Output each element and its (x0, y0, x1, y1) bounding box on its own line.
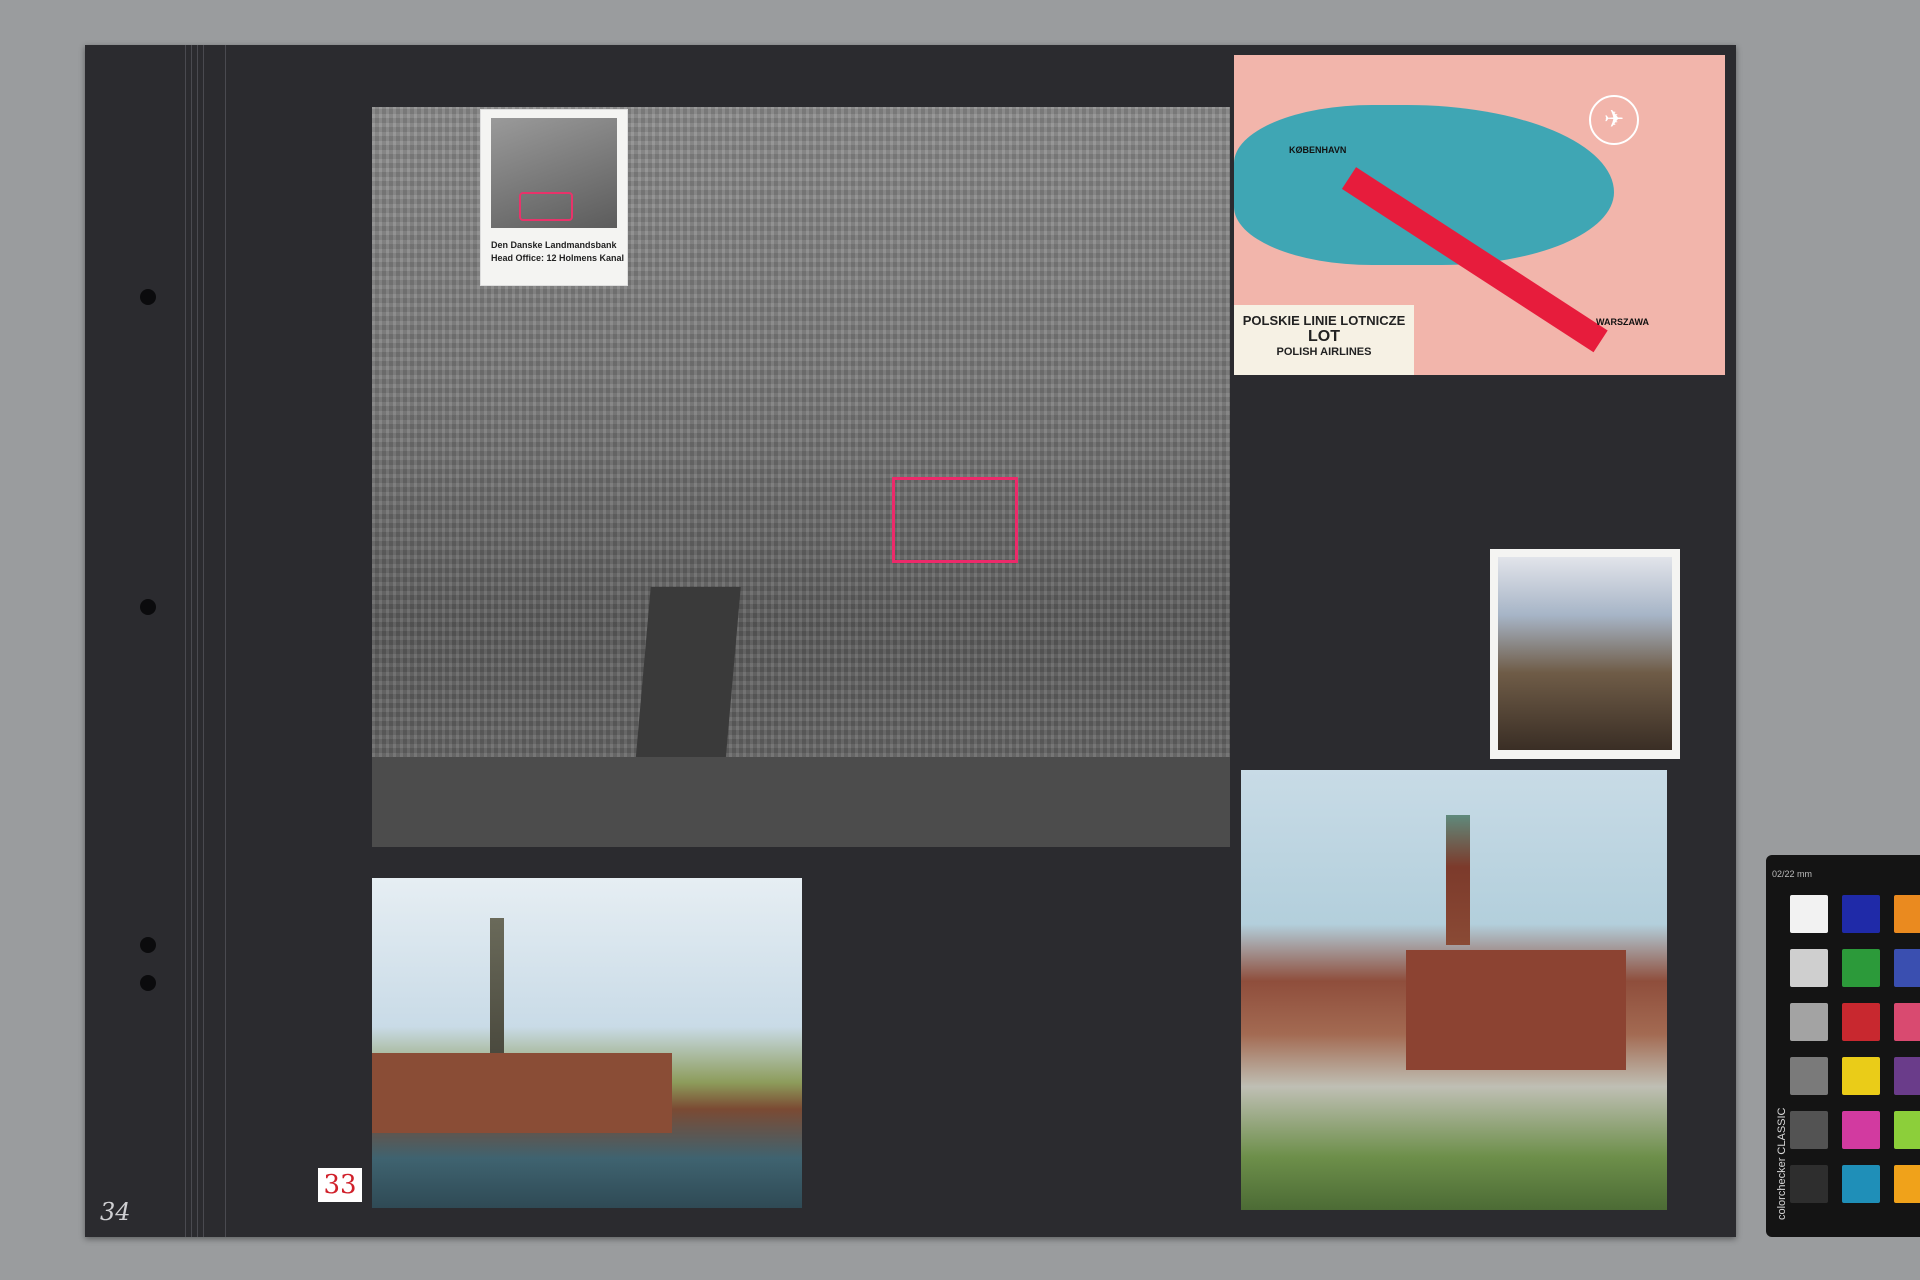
airline-title: POLSKIE LINIE LOTNICZE (1242, 313, 1406, 328)
airline-brand: LOT (1308, 328, 1340, 345)
color-patch (1790, 895, 1828, 933)
color-patch (1790, 1003, 1828, 1041)
borsen-building (372, 1053, 672, 1133)
city-hall-tower (1446, 815, 1470, 945)
page-rule (225, 45, 226, 1237)
page-rule (185, 45, 186, 1237)
color-patch (1894, 949, 1920, 987)
scale-label: 02/22 mm (1772, 869, 1813, 879)
harbour-water (372, 757, 1230, 847)
aerial-photo-copenhagen: Den Danske Landmandsbank Head Office: 12… (372, 107, 1230, 847)
color-patch (1842, 1057, 1880, 1095)
bank-highlight-outline (892, 477, 1018, 563)
binder-hole (140, 937, 156, 953)
route-origin: KØBENHAVN (1289, 145, 1347, 155)
color-patch (1842, 949, 1880, 987)
binder-hole (140, 975, 156, 991)
color-patch (1790, 1165, 1828, 1203)
inset-caption-line2: Head Office: 12 Holmens Kanal (491, 253, 625, 263)
page-rule (191, 45, 192, 1237)
airline-title-box: POLSKIE LINIE LOTNICZE LOT POLISH AIRLIN… (1234, 305, 1414, 375)
airline-subtitle: POLISH AIRLINES (1276, 346, 1372, 358)
inset-caption-line1: Den Danske Landmandsbank (491, 240, 617, 250)
color-patch (1790, 1111, 1828, 1149)
city-hall-building (1406, 950, 1626, 1070)
color-patch (1842, 1003, 1880, 1041)
airline-map-card: ✈ KØBENHAVN WARSZAWA POLSKIE LINIE LOTNI… (1234, 55, 1725, 375)
city-hall-square-photo (1241, 770, 1667, 1210)
color-patch (1894, 1165, 1920, 1203)
binder-hole (140, 599, 156, 615)
color-patch (1894, 1111, 1920, 1149)
color-checker-card: 02/22 mm colorchecker CLASSIC (1766, 855, 1920, 1237)
color-patch (1842, 895, 1880, 933)
airline-logo-icon: ✈ (1589, 95, 1639, 145)
checker-brand-label: colorchecker CLASSIC (1776, 1107, 1788, 1221)
nyhavn-image (1498, 557, 1672, 750)
page-rule (203, 45, 204, 1237)
route-destination: WARSZAWA (1596, 317, 1649, 327)
binder-hole (140, 289, 156, 305)
color-patch (1842, 1111, 1880, 1149)
color-patch (1790, 949, 1828, 987)
color-patch (1894, 895, 1920, 933)
inset-photo: Den Danske Landmandsbank Head Office: 12… (480, 109, 628, 286)
nyhavn-photo (1490, 549, 1680, 759)
color-patch (1790, 1057, 1828, 1095)
inset-highlight-outline (519, 192, 573, 221)
color-patch (1842, 1165, 1880, 1203)
borsen-photo (372, 878, 802, 1208)
number-sticker: 33 (318, 1168, 362, 1202)
page-number: 34 (100, 1198, 131, 1226)
page-rule (197, 45, 198, 1237)
color-patch (1894, 1057, 1920, 1095)
color-patch (1894, 1003, 1920, 1041)
